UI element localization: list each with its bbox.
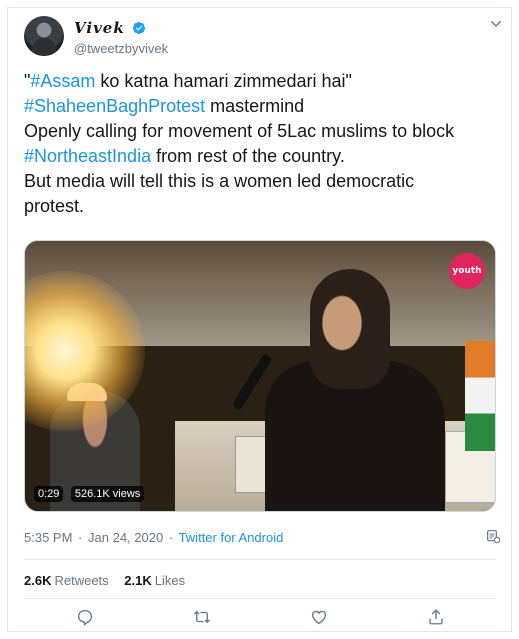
- hashtag-link[interactable]: #ShaheenBaghProtest: [24, 96, 205, 116]
- like-button[interactable]: [310, 608, 330, 628]
- author-handle[interactable]: @tweetzbyvivek: [74, 41, 168, 56]
- hashtag-link[interactable]: #Assam: [30, 71, 95, 91]
- channel-logo: youth: [449, 253, 485, 289]
- tweet-actions: [24, 608, 496, 634]
- tweet-line: Openly calling for movement of 5Lac musl…: [24, 121, 455, 141]
- like-icon: [311, 610, 327, 625]
- retweets-stat[interactable]: 2.6K Retweets: [24, 573, 109, 588]
- tweet-body: "#Assam ko katna hamari zimmedari hai" #…: [24, 69, 504, 219]
- avatar[interactable]: [24, 16, 64, 56]
- retweet-icon: [194, 610, 210, 624]
- author-display-name[interactable]: Vivek: [74, 19, 125, 37]
- retweet-button[interactable]: [193, 608, 213, 628]
- tweet-stats: 2.6K Retweets 2.1K Likes: [24, 573, 197, 588]
- tweet-card: Vivek @tweetzbyvivek "#Assam ko katna ha…: [7, 7, 512, 632]
- tweet-meta: 5:35 PM · Jan 24, 2020 · Twitter for And…: [24, 530, 283, 545]
- verified-badge-icon: [133, 21, 146, 35]
- tweet-time[interactable]: 5:35 PM: [24, 530, 72, 545]
- meta-separator: ·: [78, 530, 83, 545]
- video-badges: 0:29 526.1K views: [34, 484, 147, 502]
- meta-separator: ·: [168, 530, 174, 545]
- share-button[interactable]: [427, 608, 447, 628]
- tweet-line: #ShaheenBaghProtest mastermind: [24, 96, 305, 116]
- video-duration: 0:29: [34, 486, 64, 502]
- tweet-line: But media will tell this is a women led …: [24, 171, 415, 191]
- tweet-source-link[interactable]: Twitter for Android: [179, 530, 284, 545]
- tweet-header: Vivek @tweetzbyvivek: [24, 16, 504, 66]
- share-icon: [429, 609, 443, 625]
- divider: [24, 598, 496, 599]
- video-views: 526.1K views: [70, 486, 145, 502]
- video-player[interactable]: youth 0:29 526.1K views: [24, 240, 496, 512]
- reply-button[interactable]: [76, 608, 96, 628]
- divider: [24, 559, 496, 560]
- tweet-line: "#Assam ko katna hamari zimmedari hai": [24, 71, 352, 91]
- reply-icon: [77, 609, 93, 626]
- likes-stat[interactable]: 2.1K Likes: [124, 573, 185, 588]
- tweet-line: protest.: [24, 196, 85, 216]
- info-icon[interactable]: [485, 528, 501, 544]
- tweet-line: #NortheastIndia from rest of the country…: [24, 146, 345, 166]
- hashtag-link[interactable]: #NortheastIndia: [24, 146, 151, 166]
- video-frame: [25, 241, 495, 511]
- tweet-date[interactable]: Jan 24, 2020: [88, 530, 163, 545]
- author-names[interactable]: Vivek @tweetzbyvivek: [74, 19, 168, 56]
- chevron-down-icon[interactable]: [488, 16, 504, 32]
